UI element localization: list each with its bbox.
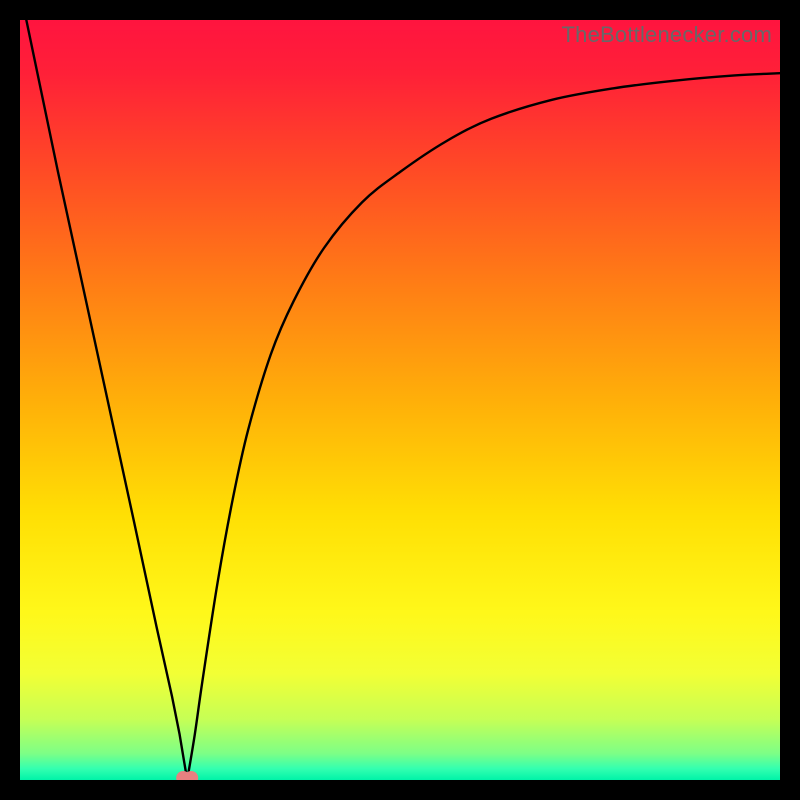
valley-marker: [176, 771, 198, 780]
chart-frame: TheBottlenecker.com: [20, 20, 780, 780]
watermark-text: TheBottlenecker.com: [562, 22, 772, 48]
gradient-background: [20, 20, 780, 780]
chart-svg: [20, 20, 780, 780]
